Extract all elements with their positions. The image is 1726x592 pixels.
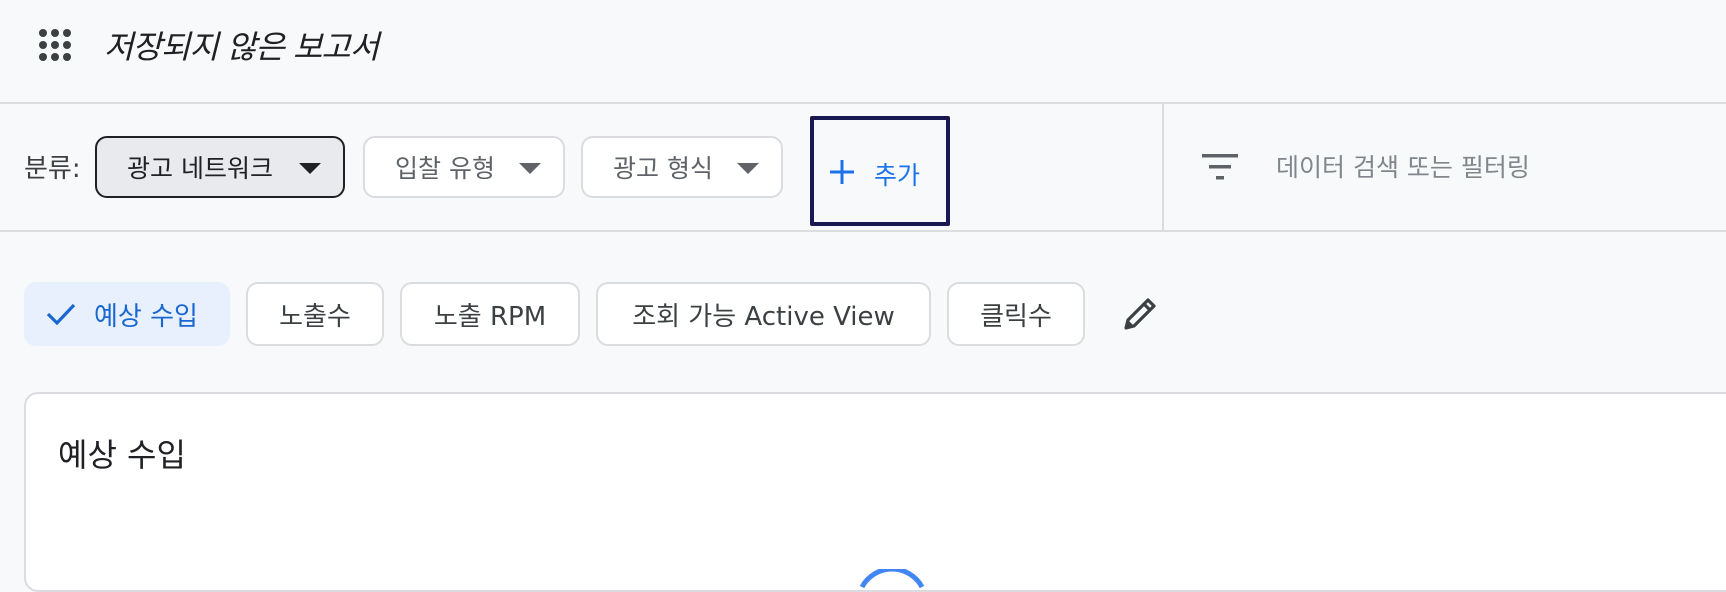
breakdown-toolbar: 분류: 광고 네트워크 입찰 유형 광고 형식 추가 [0, 104, 1726, 232]
apps-grid-icon[interactable] [38, 28, 72, 62]
report-header: 저장되지 않은 보고서 [0, 0, 1726, 104]
report-title[interactable]: 저장되지 않은 보고서 [104, 22, 379, 68]
dimension-chip-label: 광고 네트워크 [127, 154, 273, 183]
add-dimension-button[interactable]: 추가 [810, 116, 950, 226]
breakdown-label: 분류: [24, 154, 81, 184]
metric-chip-label: 예상 수입 [94, 301, 198, 332]
dimension-chip-bid-type[interactable]: 입찰 유형 [363, 136, 565, 198]
metric-chip-label: 클릭수 [980, 301, 1052, 332]
caret-down-icon [519, 163, 541, 174]
dimension-chip-label: 광고 형식 [613, 154, 713, 183]
chart-card-title: 예상 수입 [58, 436, 186, 474]
metric-chip-impressions[interactable]: 노출수 [246, 282, 384, 346]
dimension-chip-ad-network[interactable]: 광고 네트워크 [95, 136, 345, 198]
plus-icon [830, 160, 854, 184]
toolbar-divider [1162, 104, 1164, 230]
metric-chip-impression-rpm[interactable]: 노출 RPM [400, 282, 580, 346]
pencil-edit-icon[interactable] [1120, 294, 1160, 334]
metric-chip-label: 노출수 [279, 301, 351, 332]
metric-chip-label: 조회 가능 Active View [632, 301, 895, 332]
metric-chip-active-view-viewable[interactable]: 조회 가능 Active View [596, 282, 931, 346]
metric-chip-estimated-earnings[interactable]: 예상 수입 [24, 282, 230, 346]
caret-down-icon [737, 163, 759, 174]
chart-card: 예상 수입 [24, 392, 1726, 592]
loading-spinner [859, 569, 925, 589]
metric-chip-clicks[interactable]: 클릭수 [947, 282, 1085, 346]
dimension-chip-label: 입찰 유형 [395, 154, 495, 183]
caret-down-icon [299, 163, 321, 174]
add-dimension-label: 추가 [874, 161, 921, 190]
metric-chip-label: 노출 RPM [433, 301, 547, 332]
search-filter-input[interactable] [1276, 136, 1696, 198]
dimension-chip-ad-format[interactable]: 광고 형식 [581, 136, 783, 198]
filter-list-icon [1202, 154, 1238, 180]
check-icon [46, 303, 76, 326]
